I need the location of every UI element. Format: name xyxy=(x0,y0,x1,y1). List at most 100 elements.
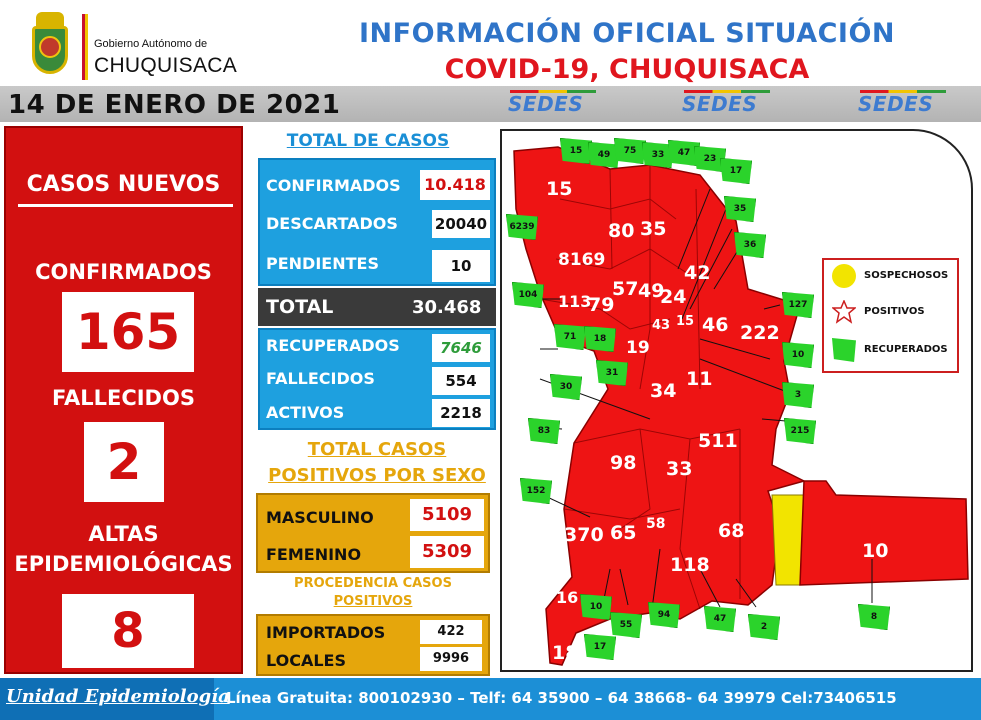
total-cases-title: TOTAL DE CASOS xyxy=(286,131,450,151)
recovered-flag: 30 xyxy=(550,374,582,400)
discarded-label: DESCARTADOS xyxy=(266,214,398,233)
positive-count: 58 xyxy=(646,516,666,532)
recovered-flag: 17 xyxy=(584,634,616,660)
contact-info: Línea Gratuita: 800102930 – Telf: 64 359… xyxy=(226,689,897,707)
positive-count: 33 xyxy=(666,458,693,480)
origin-title-line2: POSITIVOS xyxy=(333,594,413,609)
recovered-flag: 17 xyxy=(720,158,752,184)
positive-count: 15 xyxy=(546,178,573,200)
sex-title-line2: POSITIVOS POR SEXO xyxy=(268,465,486,486)
imported-label: IMPORTADOS xyxy=(266,623,386,642)
sedes-logo: SEDES xyxy=(508,90,618,120)
recovered-legend-icon xyxy=(832,338,856,362)
recovered-flag: 127 xyxy=(782,292,814,318)
legend-suspect-label: SOSPECHOSOS xyxy=(864,270,949,281)
positive-count: 11 xyxy=(686,368,713,390)
sex-title-line1: TOTAL CASOS xyxy=(307,439,447,460)
imported-value: 422 xyxy=(420,620,482,644)
recovered-flag: 215 xyxy=(784,418,816,444)
positive-count: 24 xyxy=(660,286,687,308)
sedes-logo: SEDES xyxy=(858,90,968,120)
local-value: 9996 xyxy=(420,647,482,671)
map-region-east xyxy=(799,480,969,586)
female-label: FEMENINO xyxy=(266,545,362,564)
new-cases-title: CASOS NUEVOS xyxy=(26,172,221,197)
recovered-value: 7646 xyxy=(432,334,490,362)
recovered-flag: 31 xyxy=(596,360,628,386)
government-logo: Gobierno Autónomo de CHUQUISACA xyxy=(22,10,237,85)
positive-count: 18 xyxy=(552,642,579,664)
positive-count: 19 xyxy=(626,338,650,358)
recovered-flag: 71 xyxy=(554,324,586,350)
flag-stripe-icon xyxy=(82,14,88,80)
new-confirmed-label: CONFIRMADOS xyxy=(35,260,212,284)
recovered-flag: 3 xyxy=(782,382,814,408)
confirmed-label: CONFIRMADOS xyxy=(266,176,401,195)
new-deaths-label: FALLECIDOS xyxy=(52,386,195,410)
positive-count: 370 xyxy=(564,524,604,546)
discharges-value: 8 xyxy=(62,594,194,668)
deaths-value: 554 xyxy=(432,367,490,395)
page-subtitle: COVID-19, CHUQUISACA xyxy=(444,54,810,85)
pending-label: PENDIENTES xyxy=(266,254,379,273)
positive-count: 8169 xyxy=(558,250,606,270)
male-value: 5109 xyxy=(410,499,484,531)
active-value: 2218 xyxy=(432,399,490,427)
deaths-label: FALLECIDOS xyxy=(266,369,375,388)
positive-count: 34 xyxy=(650,380,677,402)
epidemiology-unit: Unidad Epidemiología xyxy=(6,686,230,707)
recovered-flag: 35 xyxy=(724,196,756,222)
positive-legend-icon xyxy=(830,299,858,324)
recovered-flag: 10 xyxy=(580,594,612,620)
map-region-suspect xyxy=(771,494,805,586)
local-label: LOCALES xyxy=(266,651,346,670)
recovered-flag: 18 xyxy=(584,326,616,352)
positive-count: 57 xyxy=(612,278,639,300)
positive-count: 118 xyxy=(670,554,710,576)
legend-positive-label: POSITIVOS xyxy=(864,306,925,317)
coat-of-arms-icon xyxy=(26,12,74,80)
recovered-label: RECUPERADOS xyxy=(266,336,400,355)
discharges-label: ALTAS xyxy=(88,522,159,546)
map-legend: SOSPECHOSOS POSITIVOS RECUPERADOS xyxy=(822,258,959,373)
positive-count: 10 xyxy=(862,540,889,562)
positive-count: 42 xyxy=(684,262,711,284)
suspect-legend-icon xyxy=(832,264,856,288)
positive-count: 35 xyxy=(640,218,667,240)
recovered-flag: 104 xyxy=(512,282,544,308)
male-label: MASCULINO xyxy=(266,508,374,527)
total-value: 30.468 xyxy=(412,297,482,318)
positive-count: 511 xyxy=(698,430,738,452)
government-label: Gobierno Autónomo de xyxy=(94,38,208,50)
recovered-flag: 47 xyxy=(704,606,736,632)
positive-count: 43 xyxy=(652,318,671,333)
new-confirmed-value: 165 xyxy=(62,292,194,372)
female-value: 5309 xyxy=(410,536,484,568)
discharges-label-2: EPIDEMIOLÓGICAS xyxy=(14,552,233,576)
pending-value: 10 xyxy=(432,250,490,282)
recovered-flag: 75 xyxy=(614,138,646,164)
sedes-logo: SEDES xyxy=(682,90,792,120)
legend-recovered-label: RECUPERADOS xyxy=(864,344,948,355)
positive-count: 98 xyxy=(610,452,637,474)
positive-count: 113 xyxy=(558,292,592,311)
total-label: TOTAL xyxy=(266,296,334,318)
positive-count: 79 xyxy=(588,294,615,316)
positive-count: 65 xyxy=(610,522,637,544)
positive-count: 46 xyxy=(702,314,729,336)
positive-count: 68 xyxy=(718,520,745,542)
active-label: ACTIVOS xyxy=(266,403,345,422)
recovered-flag: 15 xyxy=(560,138,592,164)
discarded-value: 20040 xyxy=(432,210,490,238)
positive-count: 15 xyxy=(676,314,695,329)
recovered-flag: 2 xyxy=(748,614,780,640)
positive-count: 80 xyxy=(608,220,635,242)
recovered-flag: 8 xyxy=(858,604,890,630)
positive-count: 222 xyxy=(740,322,780,344)
recovered-flag: 6239 xyxy=(506,214,538,240)
recovered-flag: 10 xyxy=(782,342,814,368)
new-cases-panel: CASOS NUEVOS CONFIRMADOS 165 FALLECIDOS … xyxy=(4,126,243,674)
department-name: CHUQUISACA xyxy=(94,54,238,77)
title-underline xyxy=(18,204,233,207)
recovered-flag: 55 xyxy=(610,612,642,638)
